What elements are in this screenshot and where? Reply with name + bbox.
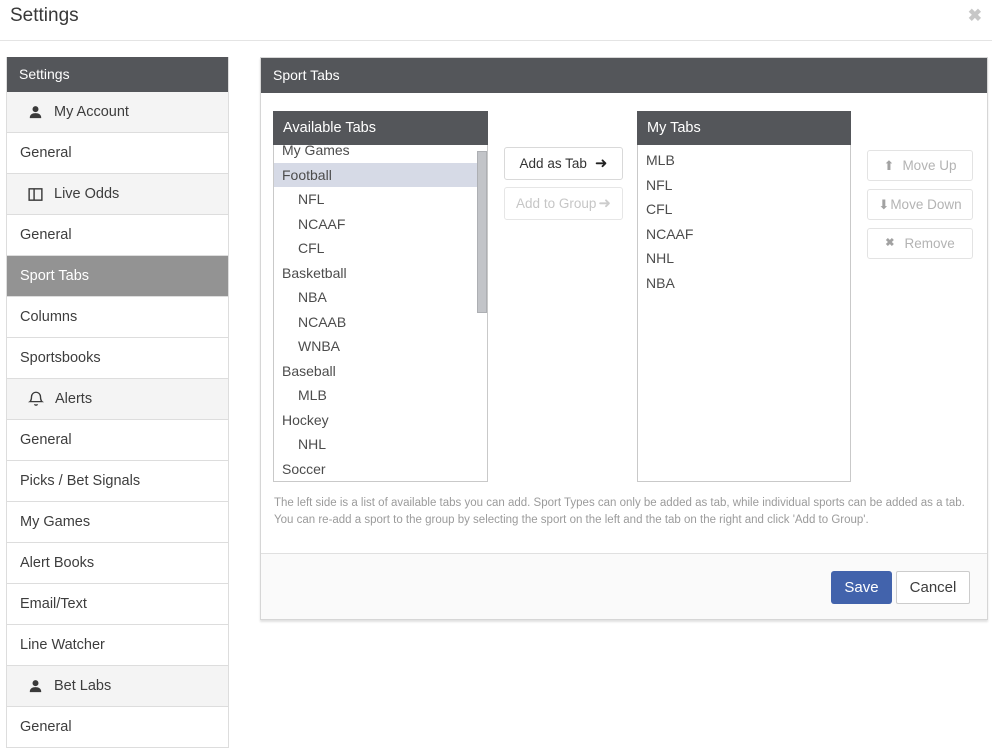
available-tabs-header: Available Tabs bbox=[273, 111, 488, 145]
sidebar-item-label: Sportsbooks bbox=[20, 350, 101, 366]
remove-label: Remove bbox=[904, 236, 954, 251]
add-to-group-label: Add to Group bbox=[516, 196, 596, 211]
add-as-tab-label: Add as Tab bbox=[520, 156, 587, 171]
sidebar-item-label: General bbox=[20, 227, 72, 243]
arrow-right-icon: ➜ bbox=[598, 196, 611, 211]
scrollbar-thumb[interactable] bbox=[477, 151, 487, 313]
available-tab-soccer[interactable]: Soccer bbox=[274, 457, 487, 482]
sidebar-item-label: Alerts bbox=[55, 391, 92, 407]
settings-sidebar: Settings My Account General Live Odds Ge… bbox=[6, 57, 229, 748]
bell-icon bbox=[27, 390, 45, 408]
available-tab-football[interactable]: Football bbox=[274, 163, 487, 188]
move-up-button[interactable]: ⬆ Move Up bbox=[867, 150, 973, 181]
dialog-title: Settings bbox=[10, 5, 79, 27]
close-icon[interactable]: ✖ bbox=[968, 6, 982, 26]
arrow-down-icon: ⬇ bbox=[878, 198, 889, 211]
sidebar-item-line-watcher[interactable]: Line Watcher bbox=[7, 625, 228, 666]
available-tab-nhl[interactable]: NHL bbox=[274, 432, 487, 457]
sidebar-item-label: Email/Text bbox=[20, 596, 87, 612]
remove-button[interactable]: ✖ Remove bbox=[867, 228, 973, 259]
my-tab-mlb[interactable]: MLB bbox=[638, 148, 850, 173]
arrow-up-icon: ⬆ bbox=[884, 159, 895, 172]
sidebar-item-label: Columns bbox=[20, 309, 77, 325]
sidebar-header: Settings bbox=[7, 57, 228, 92]
sidebar-item-label: My Games bbox=[20, 514, 90, 530]
my-tabs-listbox: My Tabs MLB NFL CFL NCAAF NHL NBA bbox=[637, 111, 851, 482]
top-divider bbox=[0, 40, 992, 41]
move-down-label: Move Down bbox=[890, 197, 961, 212]
available-tab-ncaab[interactable]: NCAAB bbox=[274, 310, 487, 335]
sidebar-item-label: General bbox=[20, 145, 72, 161]
available-tab-hockey[interactable]: Hockey bbox=[274, 408, 487, 433]
sidebar-item-picks-bet-signals[interactable]: Picks / Bet Signals bbox=[7, 461, 228, 502]
person-icon bbox=[27, 104, 44, 121]
sidebar-item-betlabs-general[interactable]: General bbox=[7, 707, 228, 748]
add-to-group-button[interactable]: Add to Group ➜ bbox=[504, 187, 623, 220]
available-tab-baseball[interactable]: Baseball bbox=[274, 359, 487, 384]
sidebar-item-alerts[interactable]: Alerts bbox=[7, 379, 228, 420]
my-tab-nhl[interactable]: NHL bbox=[638, 246, 850, 271]
available-tabs-list: My Games Football NFL NCAAF CFL Basketba… bbox=[273, 145, 488, 482]
sidebar-item-my-account[interactable]: My Account bbox=[7, 92, 228, 133]
sidebar-item-email-text[interactable]: Email/Text bbox=[7, 584, 228, 625]
available-tab-basketball[interactable]: Basketball bbox=[274, 261, 487, 286]
panel-body: Available Tabs My Games Football NFL NCA… bbox=[261, 93, 987, 553]
my-tab-nfl[interactable]: NFL bbox=[638, 173, 850, 198]
available-tab-ncaaf[interactable]: NCAAF bbox=[274, 212, 487, 237]
my-tabs-header: My Tabs bbox=[637, 111, 851, 145]
sidebar-item-sport-tabs[interactable]: Sport Tabs bbox=[7, 256, 228, 297]
sidebar-item-alert-books[interactable]: Alert Books bbox=[7, 543, 228, 584]
sidebar-item-label: General bbox=[20, 719, 72, 735]
sidebar-item-label: Live Odds bbox=[54, 186, 119, 202]
person-icon bbox=[27, 678, 44, 695]
sidebar-item-sportsbooks[interactable]: Sportsbooks bbox=[7, 338, 228, 379]
sport-tabs-panel: Sport Tabs Available Tabs My Games Footb… bbox=[260, 57, 988, 620]
cancel-button[interactable]: Cancel bbox=[896, 571, 970, 604]
sidebar-item-label: Sport Tabs bbox=[20, 268, 89, 284]
my-tab-ncaaf[interactable]: NCAAF bbox=[638, 222, 850, 247]
sidebar-item-account-general[interactable]: General bbox=[7, 133, 228, 174]
sidebar-item-alerts-general[interactable]: General bbox=[7, 420, 228, 461]
sidebar-item-liveodds-general[interactable]: General bbox=[7, 215, 228, 256]
panel-header: Sport Tabs bbox=[261, 58, 987, 93]
available-tab-mlb[interactable]: MLB bbox=[274, 383, 487, 408]
sidebar-item-columns[interactable]: Columns bbox=[7, 297, 228, 338]
sidebar-item-live-odds[interactable]: Live Odds bbox=[7, 174, 228, 215]
my-tab-cfl[interactable]: CFL bbox=[638, 197, 850, 222]
available-tabs-listbox: Available Tabs My Games Football NFL NCA… bbox=[273, 111, 488, 482]
available-tab-nfl[interactable]: NFL bbox=[274, 187, 487, 212]
save-button[interactable]: Save bbox=[831, 571, 892, 604]
sidebar-item-my-games[interactable]: My Games bbox=[7, 502, 228, 543]
sidebar-item-label: Line Watcher bbox=[20, 637, 105, 653]
panel-footer: Save Cancel bbox=[261, 553, 987, 619]
sidebar-item-label: Bet Labs bbox=[54, 678, 111, 694]
sidebar-item-label: General bbox=[20, 432, 72, 448]
sidebar-item-label: Alert Books bbox=[20, 555, 94, 571]
x-icon: ✖ bbox=[885, 238, 894, 249]
my-tabs-list: MLB NFL CFL NCAAF NHL NBA bbox=[637, 145, 851, 482]
available-tab-my-games[interactable]: My Games bbox=[274, 145, 487, 163]
available-tab-nba[interactable]: NBA bbox=[274, 285, 487, 310]
move-down-button[interactable]: ⬇ Move Down bbox=[867, 189, 973, 220]
description-text: The left side is a list of available tab… bbox=[274, 495, 976, 530]
columns-icon bbox=[27, 186, 44, 203]
move-up-label: Move Up bbox=[902, 158, 956, 173]
sidebar-item-label: My Account bbox=[54, 104, 129, 120]
add-as-tab-button[interactable]: Add as Tab ➜ bbox=[504, 147, 623, 180]
available-tab-cfl[interactable]: CFL bbox=[274, 236, 487, 261]
sidebar-item-label: Picks / Bet Signals bbox=[20, 473, 140, 489]
sidebar-item-bet-labs[interactable]: Bet Labs bbox=[7, 666, 228, 707]
arrow-right-icon: ➜ bbox=[595, 156, 608, 171]
my-tab-nba[interactable]: NBA bbox=[638, 271, 850, 296]
available-tab-wnba[interactable]: WNBA bbox=[274, 334, 487, 359]
